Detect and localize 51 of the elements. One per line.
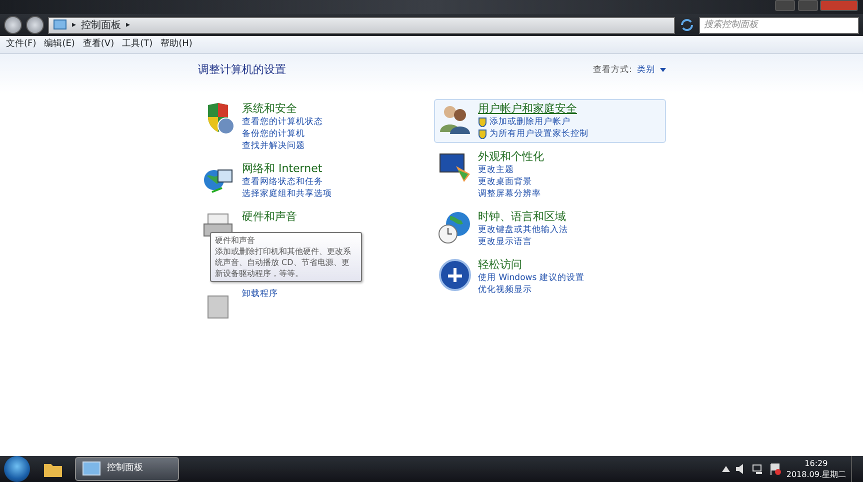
flag-icon[interactable]	[769, 463, 782, 475]
task-link[interactable]: 更改主题	[478, 164, 514, 176]
taskbar-button[interactable]: 控制面板	[75, 457, 179, 481]
page-heading: 调整计算机的设置	[198, 62, 286, 78]
category-link[interactable]: 用户帐户和家庭安全	[478, 102, 588, 116]
task-link[interactable]: 选择家庭组和共享选项	[242, 188, 332, 200]
task-link[interactable]: 使用 Windows 建议的设置	[478, 272, 584, 284]
task-link[interactable]: 添加或删除用户帐户	[490, 116, 570, 128]
task-link[interactable]: 更改显示语言	[478, 236, 532, 248]
refresh-icon[interactable]	[679, 18, 695, 32]
control-panel-icon	[53, 19, 67, 31]
clock[interactable]: 16:29 2018.09.星期二	[786, 458, 846, 480]
category-link[interactable]: 轻松访问	[478, 258, 584, 272]
task-link[interactable]: 更改键盘或其他输入法	[478, 224, 568, 236]
breadcrumb[interactable]: 控制面板	[81, 18, 122, 32]
menu-item[interactable]: 查看(V)	[82, 38, 114, 52]
task-link[interactable]: 查看网络状态和任务	[242, 176, 323, 188]
address-bar[interactable]: ▸ 控制面板 ▸	[48, 16, 675, 34]
task-link[interactable]: 卸载程序	[242, 288, 278, 300]
tooltip-title: 硬件和声音	[215, 235, 256, 246]
tray-arrow-icon[interactable]	[722, 466, 730, 472]
caret-icon[interactable]	[660, 68, 666, 72]
menu-item[interactable]: 工具(T)	[122, 38, 153, 52]
task-link[interactable]: 查看您的计算机状态	[242, 116, 323, 128]
network-icon[interactable]	[752, 463, 764, 475]
category-link[interactable]: 外观和个性化	[478, 150, 544, 164]
forward-button[interactable]	[26, 16, 44, 34]
task-link[interactable]: 优化视频显示	[478, 284, 532, 296]
tooltip-text: 添加或删除打印机和其他硬件、更改系统声音、自动播放 CD、节省电源、更新设备驱动程序，等等。	[215, 246, 352, 279]
menu-item[interactable]: 编辑(E)	[44, 38, 75, 52]
menu-item[interactable]: 帮助(H)	[160, 38, 192, 52]
category-link[interactable]: 硬件和声音	[242, 210, 297, 224]
category-link[interactable]: 系统和安全	[242, 102, 323, 116]
globe-clock-icon[interactable]	[438, 210, 472, 244]
view-by-label: 查看方式:	[593, 64, 632, 77]
task-link[interactable]: 为所有用户设置家长控制	[490, 128, 588, 140]
task-link[interactable]: 备份您的计算机	[242, 128, 305, 140]
breadcrumb-separator[interactable]: ▸	[72, 19, 76, 31]
category-link[interactable]: 网络和 Internet	[242, 162, 332, 176]
accessibility-icon[interactable]	[438, 258, 472, 292]
category-link[interactable]: 时钟、语言和区域	[478, 210, 568, 224]
control-panel-icon	[82, 460, 102, 478]
view-by-dropdown[interactable]: 类别	[637, 64, 655, 77]
start-button[interactable]	[4, 456, 30, 482]
task-link[interactable]: 查找并解决问题	[242, 140, 305, 152]
breadcrumb-separator[interactable]: ▸	[126, 19, 130, 31]
task-link[interactable]: 调整屏幕分辨率	[478, 188, 541, 200]
task-link[interactable]: 更改桌面背景	[478, 176, 532, 188]
back-button[interactable]	[4, 16, 22, 34]
menu-item[interactable]: 文件(F)	[6, 38, 36, 52]
search-field[interactable]: 搜索控制面板	[699, 16, 859, 34]
